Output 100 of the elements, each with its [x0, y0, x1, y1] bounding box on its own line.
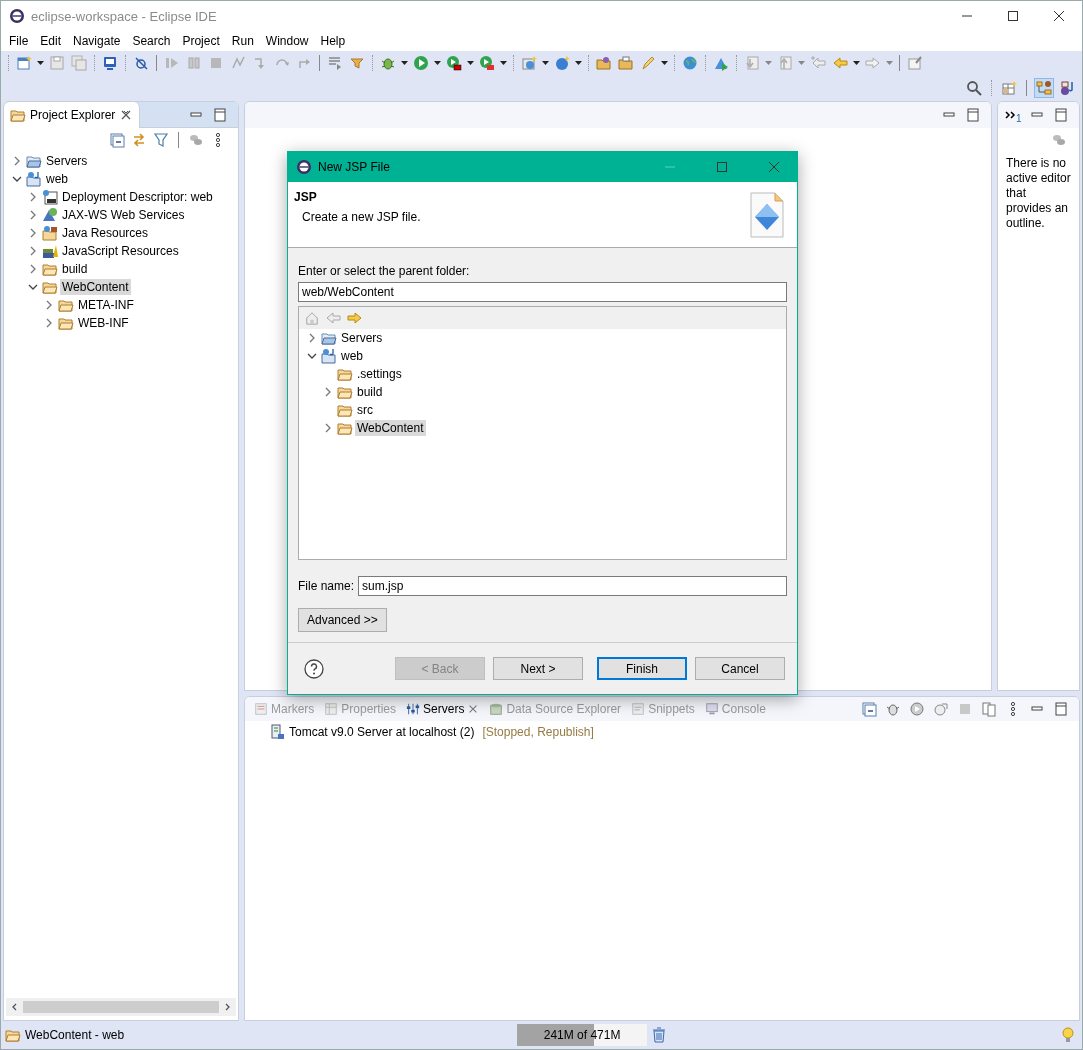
dialog-title: New JSP File [318, 160, 390, 174]
tab-icon [489, 702, 504, 716]
wizard-heading: JSP [294, 190, 318, 204]
menu-item[interactable]: Help [314, 34, 352, 48]
tree-item[interactable]: web [44, 171, 70, 187]
grid-star-icon[interactable] [1001, 79, 1017, 96]
advanced-button[interactable]: Advanced >> [298, 608, 387, 632]
descriptor-icon [42, 189, 58, 205]
tree-item[interactable]: JavaScript Resources [60, 243, 181, 259]
tree-item[interactable]: Servers [44, 153, 90, 169]
globe-icon[interactable] [682, 54, 698, 71]
chevron-icon[interactable] [1004, 109, 1016, 121]
trash-icon[interactable] [651, 1027, 668, 1043]
menu-item[interactable]: Window [259, 34, 315, 48]
menu-item[interactable]: Edit [34, 34, 68, 48]
publish-icon[interactable] [933, 701, 949, 717]
menu-item[interactable]: File [3, 34, 35, 48]
file-name-input[interactable]: sum.jsp [358, 576, 787, 596]
tree-item[interactable]: WEB-INF [76, 315, 131, 331]
tree-item[interactable]: WebContent [355, 420, 426, 436]
tree-item[interactable]: Java Resources [60, 225, 151, 241]
server-name[interactable]: Tomcat v9.0 Server at localhost (2) [289, 725, 475, 739]
bug-icon[interactable] [885, 701, 901, 717]
folder-icon [42, 279, 58, 295]
forward-arrow-icon[interactable] [347, 310, 363, 326]
tree-item[interactable]: .settings [355, 366, 404, 382]
new-file-icon[interactable] [16, 54, 32, 71]
folder-icon [42, 261, 58, 277]
globe-star-icon[interactable] [521, 54, 537, 71]
selection-label: WebContent - web [25, 1028, 125, 1042]
help-icon[interactable] [304, 658, 324, 679]
folder-icon [337, 420, 353, 436]
field-label: File name: [298, 579, 355, 593]
collapse-all-icon[interactable] [109, 132, 125, 148]
circle-slash-icon[interactable] [133, 54, 149, 71]
menu-item[interactable]: Project [176, 34, 226, 48]
link-arrows-icon[interactable] [131, 132, 147, 148]
perspective-button[interactable] [1034, 77, 1054, 98]
app-logo-icon [9, 8, 25, 24]
filter-icon[interactable] [153, 132, 169, 148]
empty-message: There is no active editor that provides an outline. [1005, 155, 1072, 232]
view-tab[interactable]: Servers [401, 697, 485, 721]
project-icon [321, 348, 337, 364]
tab-icon [324, 702, 339, 716]
open-folder-icon[interactable] [596, 54, 612, 71]
window-title: eclipse-workspace - Eclipse IDE [31, 8, 218, 24]
tree-item[interactable]: build [355, 384, 385, 400]
briefcase-folder-icon[interactable] [618, 54, 634, 71]
collapse-all-icon[interactable] [861, 701, 877, 717]
heap-status[interactable]: 241M of 471M [517, 1024, 648, 1046]
view-tab[interactable]: Project Explorer [4, 102, 141, 128]
back-star-icon[interactable] [810, 54, 826, 71]
edit-window-icon[interactable] [907, 54, 923, 71]
tab-icon [704, 702, 719, 716]
tab-icon [631, 702, 646, 716]
coins-icon[interactable] [188, 132, 204, 148]
menu-item[interactable]: Run [225, 34, 260, 48]
wizard-description: Create a new JSP file. [301, 210, 422, 224]
dialog-button[interactable]: Cancel [695, 657, 785, 680]
tab-icon [254, 702, 268, 716]
horizontal-scrollbar[interactable] [6, 998, 236, 1016]
close-icon[interactable] [1054, 11, 1064, 21]
servers-folder-icon [321, 330, 337, 346]
coverage-icon[interactable] [479, 54, 495, 71]
server-icon [269, 724, 285, 740]
folder-icon [337, 402, 353, 418]
dialog-button[interactable]: Finish [597, 657, 687, 680]
dialog-button[interactable]: Next > [493, 657, 583, 680]
tree-item[interactable]: web [339, 348, 365, 364]
list-arrow-icon[interactable] [327, 54, 343, 71]
folder-icon [5, 1027, 21, 1043]
tree-item[interactable]: src [355, 402, 375, 418]
scroll-right-icon [223, 1002, 232, 1012]
tree-item[interactable]: JAX-WS Web Services [60, 207, 187, 223]
servers-folder-icon [26, 153, 42, 169]
tree-item[interactable]: Servers [339, 330, 385, 346]
monitor-icon[interactable] [102, 54, 118, 71]
folder-icon [337, 366, 353, 382]
docs-icon[interactable] [981, 701, 997, 717]
search-icon[interactable] [966, 79, 982, 96]
app-logo-icon [296, 159, 312, 175]
lightbulb-icon[interactable] [1060, 1027, 1076, 1043]
run-icon[interactable] [909, 701, 925, 717]
run-ext-icon[interactable] [446, 54, 462, 71]
folder-input[interactable]: web/WebContent [298, 282, 787, 302]
menu-item[interactable]: Search [126, 34, 177, 48]
tab-icon [406, 702, 421, 716]
project-icon [26, 171, 42, 187]
coins-icon[interactable] [1051, 132, 1067, 148]
server-status: [Stopped, Republish] [482, 725, 594, 739]
tree-item[interactable]: WebContent [60, 279, 131, 295]
tree-item[interactable]: META-INF [76, 297, 136, 313]
tree-item[interactable]: build [60, 261, 90, 277]
maximize-icon[interactable] [1008, 11, 1018, 21]
folder-icon [337, 384, 353, 400]
hidden-views-count[interactable]: 1 [1016, 113, 1022, 124]
folder-icon [58, 297, 74, 313]
java-persp-icon[interactable] [1060, 79, 1076, 96]
menu-item[interactable]: Navigate [67, 34, 127, 48]
tree-item[interactable]: Deployment Descriptor: web [60, 189, 215, 205]
